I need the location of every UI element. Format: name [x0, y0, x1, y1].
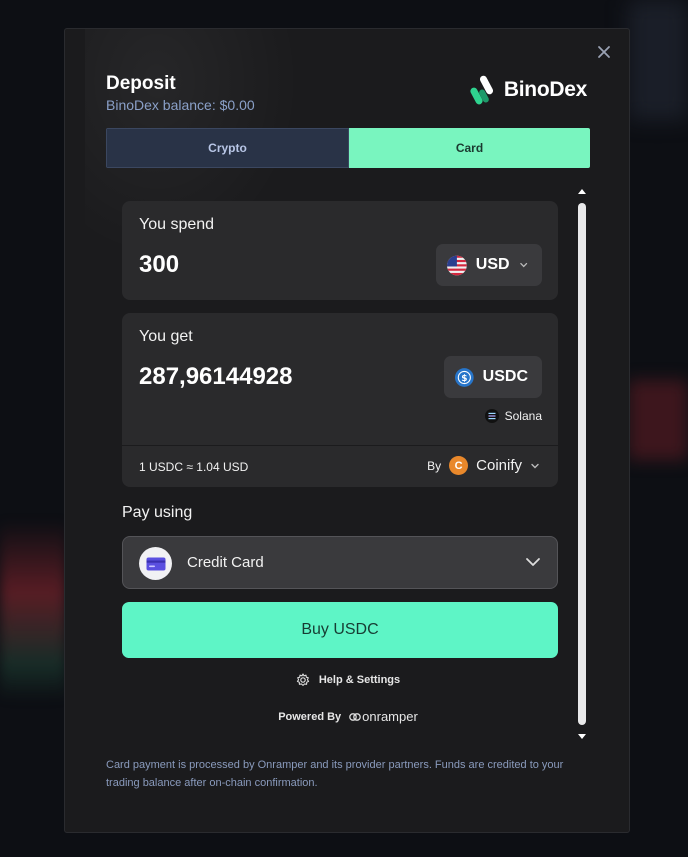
- exchange-rate: 1 USDC ≈ 1.04 USD: [139, 460, 249, 474]
- help-settings-label: Help & Settings: [318, 674, 401, 686]
- tab-card[interactable]: Card: [349, 128, 590, 168]
- coinify-logo-icon: C: [449, 456, 469, 475]
- svg-text:$: $: [461, 373, 467, 383]
- get-box: You get 287,96144928 $ USDC Solana 1 USD…: [122, 313, 558, 487]
- spend-currency-selector[interactable]: USD: [436, 244, 542, 286]
- spend-amount-input[interactable]: 300: [139, 251, 179, 279]
- background-chart-blur: [628, 380, 688, 460]
- network-label: Solana: [504, 409, 542, 423]
- powered-by: Powered By onramper: [65, 709, 629, 724]
- buy-button[interactable]: Buy USDC: [122, 602, 558, 658]
- deposit-modal: Deposit BinoDex balance: $0.00 BinoDex C…: [64, 28, 630, 833]
- scrollbar-thumb[interactable]: [578, 203, 586, 725]
- chevron-down-icon: [526, 558, 540, 566]
- chevron-down-icon: [519, 262, 527, 268]
- usdc-icon: $: [455, 367, 474, 387]
- onramper-mark-icon: [349, 712, 362, 721]
- get-currency-selector[interactable]: $ USDC: [444, 356, 542, 398]
- footnote-text: Card payment is processed by Onramper an…: [106, 759, 564, 789]
- get-amount: 287,96144928: [139, 363, 293, 390]
- provider-by-label: By: [427, 458, 442, 473]
- get-currency-label: USDC: [482, 368, 528, 385]
- chevron-down-icon: [531, 463, 539, 468]
- payment-method-label: Credit Card: [187, 554, 264, 571]
- gear-icon: [296, 673, 309, 686]
- deposit-tabs: Crypto Card: [106, 128, 590, 168]
- provider-selector[interactable]: By C Coinify: [427, 456, 540, 475]
- help-settings-link[interactable]: Help & Settings: [65, 673, 629, 687]
- spend-label: You spend: [139, 216, 215, 233]
- widget-scrollbar[interactable]: [578, 189, 586, 739]
- balance-text: BinoDex balance: $0.00: [106, 97, 255, 113]
- us-flag-icon: [447, 255, 467, 275]
- onramper-logo: onramper: [349, 709, 418, 724]
- scroll-down-arrow-icon[interactable]: [578, 734, 586, 739]
- brand-name: BinoDex: [503, 78, 587, 101]
- tab-crypto[interactable]: Crypto: [106, 128, 349, 168]
- close-icon[interactable]: [595, 43, 613, 61]
- binodex-logo-icon: [470, 75, 493, 105]
- pay-using-label: Pay using: [122, 504, 193, 521]
- modal-title: Deposit: [106, 73, 176, 94]
- brand-logo: BinoDex: [470, 73, 587, 107]
- credit-card-icon: [139, 547, 172, 580]
- powered-by-label: Powered By: [278, 710, 342, 723]
- onramper-name: onramper: [362, 709, 418, 724]
- divider: [122, 445, 558, 446]
- get-label: You get: [139, 328, 193, 345]
- provider-name: Coinify: [476, 457, 522, 474]
- scroll-up-arrow-icon[interactable]: [578, 189, 586, 194]
- background-panel-blur: [628, 0, 688, 120]
- spend-box: You spend 300 USD: [122, 201, 558, 300]
- spend-currency-label: USD: [475, 256, 510, 273]
- solana-icon: [484, 409, 499, 423]
- network-badge: Solana: [484, 409, 542, 423]
- payment-method-select[interactable]: Credit Card: [122, 536, 558, 589]
- background-chart-blur: [0, 520, 66, 700]
